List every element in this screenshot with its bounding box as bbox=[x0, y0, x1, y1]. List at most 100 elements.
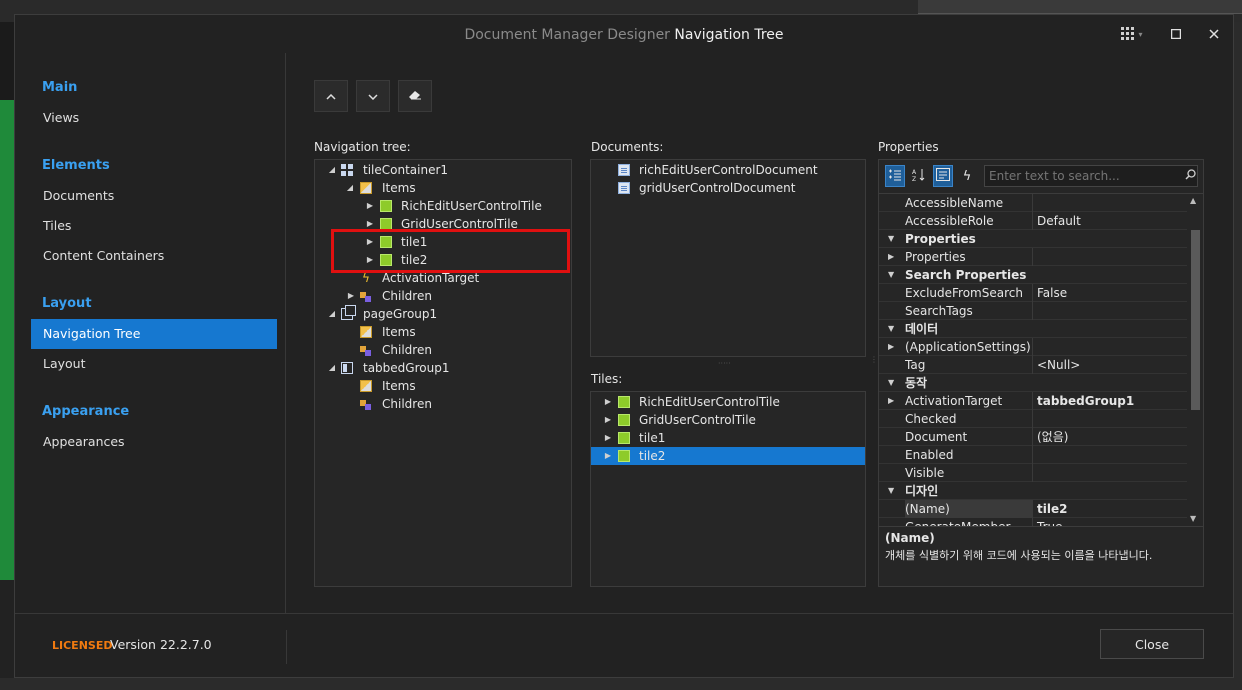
property-value[interactable]: False bbox=[1032, 284, 1187, 302]
document-item[interactable]: richEditUserControlDocument bbox=[591, 161, 865, 179]
collapse-arrow-icon[interactable]: ◢ bbox=[327, 161, 337, 179]
expand-arrow-icon[interactable]: ▶ bbox=[603, 429, 613, 447]
collapse-arrow-icon[interactable]: ▼ bbox=[888, 266, 894, 284]
property-row[interactable]: AccessibleRole Default bbox=[879, 212, 1187, 230]
tree-node-pagegroup1[interactable]: ◢ pageGroup1 bbox=[315, 305, 571, 323]
collapse-arrow-icon[interactable]: ▼ bbox=[888, 230, 894, 248]
documents-panel[interactable]: richEditUserControlDocument gridUserCont… bbox=[590, 159, 866, 357]
collapse-arrow-icon[interactable]: ▼ bbox=[888, 374, 894, 392]
scroll-down-icon[interactable]: ▼ bbox=[1190, 514, 1196, 523]
scroll-up-icon[interactable]: ▲ bbox=[1190, 196, 1196, 205]
tree-node-items[interactable]: ◢ Items bbox=[315, 179, 571, 197]
grid-menu-icon[interactable]: ▾ bbox=[1119, 23, 1145, 45]
expand-arrow-icon[interactable]: ▶ bbox=[365, 215, 375, 233]
property-value[interactable]: tile2 bbox=[1032, 500, 1187, 518]
property-row[interactable]: SearchTags bbox=[879, 302, 1187, 320]
nav-item-navigation-tree[interactable]: Navigation Tree bbox=[31, 319, 277, 349]
expand-arrow-icon[interactable]: ▶ bbox=[603, 447, 613, 465]
nav-item-views[interactable]: Views bbox=[31, 103, 277, 133]
tree-node-richeditusercontroltile[interactable]: ▶ RichEditUserControlTile bbox=[315, 197, 571, 215]
property-value[interactable]: <Null> bbox=[1032, 356, 1187, 374]
collapse-arrow-icon[interactable]: ◢ bbox=[345, 179, 355, 197]
expand-arrow-icon[interactable]: ▶ bbox=[888, 392, 894, 410]
collapse-arrow-icon[interactable]: ▼ bbox=[888, 320, 894, 338]
tile-item[interactable]: ▶ RichEditUserControlTile bbox=[591, 393, 865, 411]
tree-node-children[interactable]: Children bbox=[315, 395, 571, 413]
navigation-tree-panel[interactable]: ◢ tileContainer1 ◢ Items ▶ RichEditUserC… bbox=[314, 159, 572, 587]
property-category[interactable]: ▼ Properties bbox=[879, 230, 1187, 248]
expand-arrow-icon[interactable]: ▶ bbox=[365, 233, 375, 251]
property-row[interactable]: Enabled bbox=[879, 446, 1187, 464]
expand-arrow-icon[interactable]: ▶ bbox=[365, 251, 375, 269]
property-value[interactable] bbox=[1032, 302, 1187, 320]
move-up-button[interactable] bbox=[314, 80, 348, 112]
nav-item-appearances[interactable]: Appearances bbox=[31, 427, 277, 457]
events-tab-button[interactable]: ϟ bbox=[957, 165, 977, 187]
title-bar[interactable]: Document Manager Designer Navigation Tre… bbox=[15, 15, 1233, 53]
properties-tab-button[interactable] bbox=[933, 165, 953, 187]
collapse-arrow-icon[interactable]: ◢ bbox=[327, 359, 337, 377]
categorized-view-button[interactable] bbox=[885, 165, 905, 187]
property-category[interactable]: ▼ 데이터 bbox=[879, 320, 1187, 338]
splitter-grip[interactable]: ····· bbox=[718, 360, 738, 368]
tile-item[interactable]: ▶ GridUserControlTile bbox=[591, 411, 865, 429]
tree-node-activationtarget[interactable]: ϟ ActivationTarget bbox=[315, 269, 571, 287]
property-search-input[interactable] bbox=[984, 165, 1198, 187]
property-row[interactable]: ExcludeFromSearch False bbox=[879, 284, 1187, 302]
tile-item-selected[interactable]: ▶ tile2 bbox=[591, 447, 865, 465]
tree-node-items[interactable]: Items bbox=[315, 323, 571, 341]
tree-node-tabbedgroup1[interactable]: ◢ tabbedGroup1 bbox=[315, 359, 571, 377]
alphabetical-view-button[interactable]: AZ bbox=[909, 165, 929, 187]
property-row[interactable]: ▶ (ApplicationSettings) bbox=[879, 338, 1187, 356]
clear-button[interactable] bbox=[398, 80, 432, 112]
property-value[interactable] bbox=[1032, 194, 1187, 212]
property-value[interactable]: True bbox=[1032, 518, 1187, 526]
vertical-splitter-grip[interactable]: ⋮ bbox=[870, 355, 878, 375]
nav-item-documents[interactable]: Documents bbox=[31, 181, 277, 211]
expand-arrow-icon[interactable]: ▶ bbox=[888, 248, 894, 266]
expand-arrow-icon[interactable]: ▶ bbox=[603, 393, 613, 411]
property-row[interactable]: Visible bbox=[879, 464, 1187, 482]
tree-node-items[interactable]: Items bbox=[315, 377, 571, 395]
expand-arrow-icon[interactable]: ▶ bbox=[603, 411, 613, 429]
close-icon[interactable] bbox=[1201, 23, 1227, 45]
property-value[interactable]: tabbedGroup1 bbox=[1032, 392, 1187, 410]
property-category[interactable]: ▼ 디자인 bbox=[879, 482, 1187, 500]
property-value[interactable]: Default bbox=[1032, 212, 1187, 230]
property-row[interactable]: GenerateMemberTrue bbox=[879, 518, 1187, 526]
property-value[interactable] bbox=[1032, 464, 1187, 482]
tree-node-children[interactable]: Children bbox=[315, 341, 571, 359]
nav-item-layout[interactable]: Layout bbox=[31, 349, 277, 379]
property-value[interactable] bbox=[1032, 248, 1187, 266]
property-row[interactable]: ▶ ActivationTarget tabbedGroup1 bbox=[879, 392, 1187, 410]
property-row-selected[interactable]: (Name) tile2 bbox=[879, 500, 1187, 518]
tree-node-tile1[interactable]: ▶ tile1 bbox=[315, 233, 571, 251]
property-category[interactable]: ▼ 동작 bbox=[879, 374, 1187, 392]
document-item[interactable]: gridUserControlDocument bbox=[591, 179, 865, 197]
property-value[interactable] bbox=[1032, 410, 1187, 428]
tree-node-tile2[interactable]: ▶ tile2 bbox=[315, 251, 571, 269]
property-row[interactable]: ▶ Properties bbox=[879, 248, 1187, 266]
close-button[interactable]: Close bbox=[1100, 629, 1204, 659]
nav-item-tiles[interactable]: Tiles bbox=[31, 211, 277, 241]
expand-arrow-icon[interactable]: ▶ bbox=[888, 338, 894, 356]
collapse-arrow-icon[interactable]: ◢ bbox=[327, 305, 337, 323]
property-row[interactable]: AccessibleName bbox=[879, 194, 1187, 212]
collapse-arrow-icon[interactable]: ▼ bbox=[888, 482, 894, 500]
property-category[interactable]: ▼ Search Properties bbox=[879, 266, 1187, 284]
expand-arrow-icon[interactable]: ▶ bbox=[346, 287, 356, 305]
tile-item[interactable]: ▶ tile1 bbox=[591, 429, 865, 447]
property-row[interactable]: Tag <Null> bbox=[879, 356, 1187, 374]
property-row[interactable]: Document (없음) bbox=[879, 428, 1187, 446]
property-value[interactable]: (없음) bbox=[1032, 428, 1187, 446]
expand-arrow-icon[interactable]: ▶ bbox=[365, 197, 375, 215]
tree-node-gridusercontroltile[interactable]: ▶ GridUserControlTile bbox=[315, 215, 571, 233]
property-value[interactable] bbox=[1032, 338, 1187, 356]
move-down-button[interactable] bbox=[356, 80, 390, 112]
property-value[interactable] bbox=[1032, 446, 1187, 464]
tiles-panel[interactable]: ▶ RichEditUserControlTile ▶ GridUserCont… bbox=[590, 391, 866, 587]
property-row[interactable]: Checked bbox=[879, 410, 1187, 428]
tree-node-tilecontainer1[interactable]: ◢ tileContainer1 bbox=[315, 161, 571, 179]
maximize-icon[interactable] bbox=[1163, 23, 1189, 45]
nav-item-content-containers[interactable]: Content Containers bbox=[31, 241, 277, 271]
